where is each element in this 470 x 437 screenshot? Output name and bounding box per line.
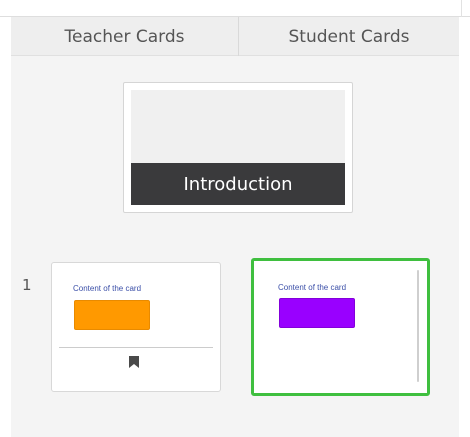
introduction-title: Introduction [131,163,345,205]
card-student-selected[interactable]: Content of the card [251,258,430,396]
card-teacher[interactable]: Content of the card [51,262,221,392]
card-content-text: Content of the card [73,284,142,293]
card-content-text: Content of the card [278,283,347,292]
top-strip [0,0,470,17]
card-tabs: Teacher Cards Student Cards [11,17,459,56]
card-scrollbar[interactable] [417,270,419,382]
introduction-card[interactable]: Introduction [123,82,353,213]
tab-teacher-cards[interactable]: Teacher Cards [11,17,238,56]
cards-panel: Teacher Cards Student Cards Introduction… [11,17,459,437]
top-strip-edge [461,0,462,17]
bookmark-icon[interactable] [129,356,139,368]
card-row-number: 1 [22,276,32,294]
introduction-thumbnail: Introduction [131,90,345,205]
card-divider [59,347,213,348]
card-color-swatch [279,298,355,328]
tab-student-cards[interactable]: Student Cards [238,17,459,56]
card-color-swatch [74,300,150,330]
